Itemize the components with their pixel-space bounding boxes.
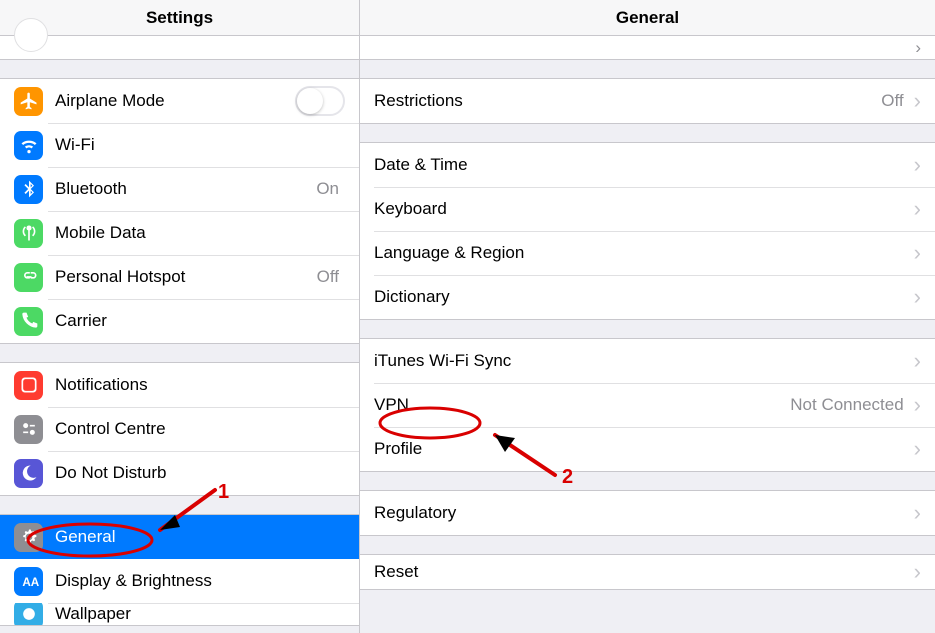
wifi-label: Wi-Fi [55,135,345,155]
sidebar-group-general: General AA Display & Brightness Wallpape… [0,514,359,626]
svg-text:AA: AA [22,576,39,589]
sidebar-title: Settings [0,0,359,36]
antenna-icon [14,219,43,248]
sidebar-group-alerts: Notifications Control Centre Do Not Dist… [0,362,359,496]
datetime-label: Date & Time [374,155,910,175]
chevron-right-icon: › [914,561,921,583]
gear-icon [14,523,43,552]
chevron-right-icon: › [914,90,921,112]
language-label: Language & Region [374,243,910,263]
chevron-right-icon: › [914,154,921,176]
detail-item-vpn[interactable]: VPN Not Connected › [360,383,935,427]
hotspot-label: Personal Hotspot [55,267,317,287]
phone-icon [14,307,43,336]
settings-sidebar: Settings Airplane Mode Wi-Fi Bluetooth [0,0,360,633]
sidebar-item-hotspot[interactable]: Personal Hotspot Off [0,255,359,299]
sidebar-item-dnd[interactable]: Do Not Disturb [0,451,359,495]
keyboard-label: Keyboard [374,199,910,219]
bluetooth-value: On [316,179,339,199]
detail-item-bg-refresh-partial[interactable]: x › [360,36,935,60]
moon-icon [14,459,43,488]
general-label: General [55,527,345,547]
airplane-toggle[interactable] [295,86,345,116]
detail-item-regulatory[interactable]: Regulatory › [360,491,935,535]
detail-item-reset[interactable]: Reset › [360,555,935,589]
detail-item-dictionary[interactable]: Dictionary › [360,275,935,319]
link-icon [14,263,43,292]
sidebar-item-display[interactable]: AA Display & Brightness [0,559,359,603]
regulatory-label: Regulatory [374,503,910,523]
detail-item-itunes-sync[interactable]: iTunes Wi-Fi Sync › [360,339,935,383]
sidebar-item-carrier[interactable]: Carrier [0,299,359,343]
sidebar-item-notifications[interactable]: Notifications [0,363,359,407]
sidebar-item-control-centre[interactable]: Control Centre [0,407,359,451]
chevron-right-icon: › [914,502,921,524]
dnd-label: Do Not Disturb [55,463,345,483]
profile-label: Profile [374,439,910,459]
vpn-label: VPN [374,395,790,415]
detail-item-keyboard[interactable]: Keyboard › [360,187,935,231]
sidebar-partial-account-row[interactable] [0,36,359,60]
detail-group-reset: Reset › [360,554,935,590]
control-centre-icon [14,415,43,444]
display-icon: AA [14,567,43,596]
display-label: Display & Brightness [55,571,345,591]
detail-title: General [360,0,935,36]
dictionary-label: Dictionary [374,287,910,307]
detail-item-language[interactable]: Language & Region › [360,231,935,275]
detail-item-profile[interactable]: Profile › [360,427,935,471]
notifications-icon [14,371,43,400]
chevron-right-icon: › [914,286,921,308]
reset-label: Reset [374,562,910,582]
airplane-label: Airplane Mode [55,91,295,111]
chevron-right-icon: › [915,38,921,58]
vpn-value: Not Connected [790,395,903,415]
chevron-right-icon: › [914,438,921,460]
settings-split-view: Settings Airplane Mode Wi-Fi Bluetooth [0,0,935,633]
avatar [14,18,48,52]
sidebar-item-bluetooth[interactable]: Bluetooth On [0,167,359,211]
chevron-right-icon: › [914,394,921,416]
detail-group-locale: Date & Time › Keyboard › Language & Regi… [360,142,935,320]
hotspot-value: Off [317,267,339,287]
control-centre-label: Control Centre [55,419,345,439]
sidebar-item-wifi[interactable]: Wi-Fi [0,123,359,167]
itunes-label: iTunes Wi-Fi Sync [374,351,910,371]
wallpaper-label: Wallpaper [55,604,345,624]
mobile-data-label: Mobile Data [55,223,345,243]
restrictions-value: Off [881,91,903,111]
chevron-right-icon: › [914,198,921,220]
airplane-icon [14,87,43,116]
detail-group-restrictions: Restrictions Off › [360,78,935,124]
chevron-right-icon: › [914,350,921,372]
detail-group-sync: iTunes Wi-Fi Sync › VPN Not Connected › … [360,338,935,472]
chevron-right-icon: › [914,242,921,264]
sidebar-item-general[interactable]: General [0,515,359,559]
carrier-label: Carrier [55,311,345,331]
detail-item-restrictions[interactable]: Restrictions Off › [360,79,935,123]
detail-group-regulatory: Regulatory › [360,490,935,536]
detail-item-datetime[interactable]: Date & Time › [360,143,935,187]
bluetooth-label: Bluetooth [55,179,316,199]
bluetooth-icon [14,175,43,204]
general-detail-pane: General x › Restrictions Off › Date & Ti… [360,0,935,633]
sidebar-item-wallpaper[interactable]: Wallpaper [0,603,359,625]
sidebar-group-connectivity: Airplane Mode Wi-Fi Bluetooth On Mobile … [0,78,359,344]
wallpaper-icon [14,603,43,625]
sidebar-item-airplane[interactable]: Airplane Mode [0,79,359,123]
restrictions-label: Restrictions [374,91,881,111]
sidebar-item-mobile-data[interactable]: Mobile Data [0,211,359,255]
wifi-icon [14,131,43,160]
notifications-label: Notifications [55,375,345,395]
